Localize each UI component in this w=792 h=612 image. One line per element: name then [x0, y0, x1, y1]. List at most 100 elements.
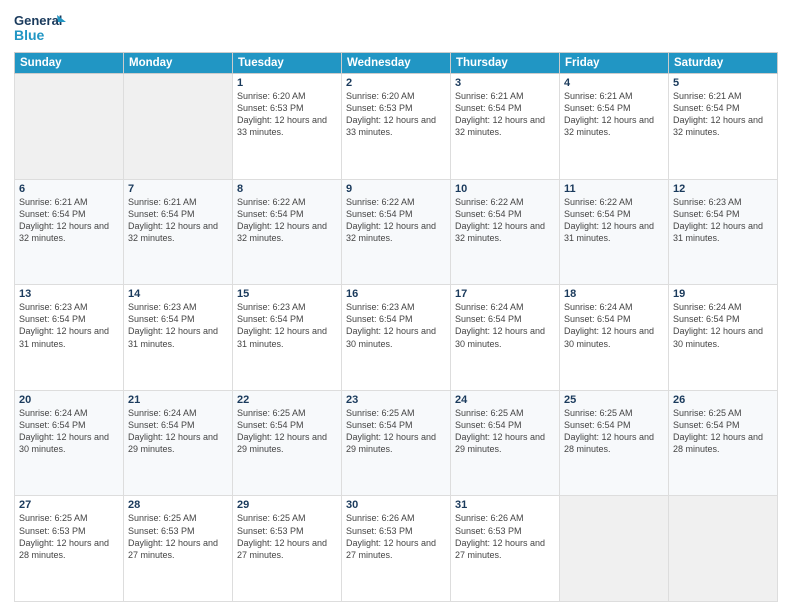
day-number: 17 [455, 288, 555, 300]
calendar-cell: 4Sunrise: 6:21 AM Sunset: 6:54 PM Daylig… [560, 74, 669, 180]
calendar-cell: 12Sunrise: 6:23 AM Sunset: 6:54 PM Dayli… [669, 179, 778, 285]
day-info: Sunrise: 6:24 AM Sunset: 6:54 PM Dayligh… [673, 301, 773, 350]
logo: General Blue [14, 10, 66, 46]
svg-text:General: General [14, 13, 62, 28]
column-headers-row: SundayMondayTuesdayWednesdayThursdayFrid… [15, 53, 778, 74]
day-info: Sunrise: 6:21 AM Sunset: 6:54 PM Dayligh… [673, 90, 773, 139]
day-info: Sunrise: 6:21 AM Sunset: 6:54 PM Dayligh… [19, 196, 119, 245]
calendar-cell: 10Sunrise: 6:22 AM Sunset: 6:54 PM Dayli… [451, 179, 560, 285]
day-number: 22 [237, 394, 337, 406]
calendar-cell: 16Sunrise: 6:23 AM Sunset: 6:54 PM Dayli… [342, 285, 451, 391]
day-number: 7 [128, 183, 228, 195]
day-info: Sunrise: 6:25 AM Sunset: 6:54 PM Dayligh… [455, 407, 555, 456]
header: General Blue [14, 10, 778, 46]
day-info: Sunrise: 6:25 AM Sunset: 6:54 PM Dayligh… [673, 407, 773, 456]
day-info: Sunrise: 6:24 AM Sunset: 6:54 PM Dayligh… [19, 407, 119, 456]
col-header-saturday: Saturday [669, 53, 778, 74]
day-number: 13 [19, 288, 119, 300]
col-header-tuesday: Tuesday [233, 53, 342, 74]
day-info: Sunrise: 6:25 AM Sunset: 6:54 PM Dayligh… [564, 407, 664, 456]
calendar-cell: 7Sunrise: 6:21 AM Sunset: 6:54 PM Daylig… [124, 179, 233, 285]
day-info: Sunrise: 6:21 AM Sunset: 6:54 PM Dayligh… [128, 196, 228, 245]
day-number: 9 [346, 183, 446, 195]
day-number: 5 [673, 77, 773, 89]
day-number: 1 [237, 77, 337, 89]
day-number: 6 [19, 183, 119, 195]
day-info: Sunrise: 6:21 AM Sunset: 6:54 PM Dayligh… [564, 90, 664, 139]
col-header-friday: Friday [560, 53, 669, 74]
day-number: 25 [564, 394, 664, 406]
calendar-cell: 29Sunrise: 6:25 AM Sunset: 6:53 PM Dayli… [233, 496, 342, 602]
calendar-cell [669, 496, 778, 602]
calendar-cell: 2Sunrise: 6:20 AM Sunset: 6:53 PM Daylig… [342, 74, 451, 180]
calendar-cell: 25Sunrise: 6:25 AM Sunset: 6:54 PM Dayli… [560, 390, 669, 496]
calendar-cell [560, 496, 669, 602]
calendar-cell: 27Sunrise: 6:25 AM Sunset: 6:53 PM Dayli… [15, 496, 124, 602]
calendar-cell: 23Sunrise: 6:25 AM Sunset: 6:54 PM Dayli… [342, 390, 451, 496]
page: General Blue SundayMondayTuesdayWednesda… [0, 0, 792, 612]
day-info: Sunrise: 6:25 AM Sunset: 6:54 PM Dayligh… [237, 407, 337, 456]
week-row-2: 6Sunrise: 6:21 AM Sunset: 6:54 PM Daylig… [15, 179, 778, 285]
day-number: 11 [564, 183, 664, 195]
day-number: 21 [128, 394, 228, 406]
day-number: 31 [455, 499, 555, 511]
day-number: 16 [346, 288, 446, 300]
day-number: 20 [19, 394, 119, 406]
calendar-cell: 19Sunrise: 6:24 AM Sunset: 6:54 PM Dayli… [669, 285, 778, 391]
calendar-cell: 1Sunrise: 6:20 AM Sunset: 6:53 PM Daylig… [233, 74, 342, 180]
day-number: 15 [237, 288, 337, 300]
calendar-cell: 20Sunrise: 6:24 AM Sunset: 6:54 PM Dayli… [15, 390, 124, 496]
day-info: Sunrise: 6:23 AM Sunset: 6:54 PM Dayligh… [673, 196, 773, 245]
col-header-sunday: Sunday [15, 53, 124, 74]
day-number: 12 [673, 183, 773, 195]
day-number: 27 [19, 499, 119, 511]
day-number: 24 [455, 394, 555, 406]
day-info: Sunrise: 6:25 AM Sunset: 6:53 PM Dayligh… [237, 512, 337, 561]
day-info: Sunrise: 6:23 AM Sunset: 6:54 PM Dayligh… [237, 301, 337, 350]
calendar-body: 1Sunrise: 6:20 AM Sunset: 6:53 PM Daylig… [15, 74, 778, 602]
day-info: Sunrise: 6:20 AM Sunset: 6:53 PM Dayligh… [346, 90, 446, 139]
day-number: 4 [564, 77, 664, 89]
day-number: 18 [564, 288, 664, 300]
day-info: Sunrise: 6:22 AM Sunset: 6:54 PM Dayligh… [237, 196, 337, 245]
calendar-cell: 9Sunrise: 6:22 AM Sunset: 6:54 PM Daylig… [342, 179, 451, 285]
col-header-thursday: Thursday [451, 53, 560, 74]
calendar-cell: 8Sunrise: 6:22 AM Sunset: 6:54 PM Daylig… [233, 179, 342, 285]
week-row-1: 1Sunrise: 6:20 AM Sunset: 6:53 PM Daylig… [15, 74, 778, 180]
day-number: 14 [128, 288, 228, 300]
day-number: 3 [455, 77, 555, 89]
day-info: Sunrise: 6:23 AM Sunset: 6:54 PM Dayligh… [19, 301, 119, 350]
day-info: Sunrise: 6:25 AM Sunset: 6:53 PM Dayligh… [19, 512, 119, 561]
day-info: Sunrise: 6:26 AM Sunset: 6:53 PM Dayligh… [346, 512, 446, 561]
week-row-5: 27Sunrise: 6:25 AM Sunset: 6:53 PM Dayli… [15, 496, 778, 602]
calendar-cell: 31Sunrise: 6:26 AM Sunset: 6:53 PM Dayli… [451, 496, 560, 602]
col-header-monday: Monday [124, 53, 233, 74]
day-info: Sunrise: 6:26 AM Sunset: 6:53 PM Dayligh… [455, 512, 555, 561]
calendar-table: SundayMondayTuesdayWednesdayThursdayFrid… [14, 52, 778, 602]
calendar-cell: 5Sunrise: 6:21 AM Sunset: 6:54 PM Daylig… [669, 74, 778, 180]
week-row-4: 20Sunrise: 6:24 AM Sunset: 6:54 PM Dayli… [15, 390, 778, 496]
day-number: 26 [673, 394, 773, 406]
day-number: 8 [237, 183, 337, 195]
calendar-cell: 22Sunrise: 6:25 AM Sunset: 6:54 PM Dayli… [233, 390, 342, 496]
calendar-cell: 30Sunrise: 6:26 AM Sunset: 6:53 PM Dayli… [342, 496, 451, 602]
col-header-wednesday: Wednesday [342, 53, 451, 74]
day-info: Sunrise: 6:24 AM Sunset: 6:54 PM Dayligh… [128, 407, 228, 456]
calendar-cell: 6Sunrise: 6:21 AM Sunset: 6:54 PM Daylig… [15, 179, 124, 285]
day-info: Sunrise: 6:22 AM Sunset: 6:54 PM Dayligh… [346, 196, 446, 245]
day-number: 30 [346, 499, 446, 511]
day-info: Sunrise: 6:21 AM Sunset: 6:54 PM Dayligh… [455, 90, 555, 139]
calendar-cell: 24Sunrise: 6:25 AM Sunset: 6:54 PM Dayli… [451, 390, 560, 496]
calendar-cell [15, 74, 124, 180]
day-number: 10 [455, 183, 555, 195]
day-number: 29 [237, 499, 337, 511]
calendar-cell: 18Sunrise: 6:24 AM Sunset: 6:54 PM Dayli… [560, 285, 669, 391]
calendar-cell: 14Sunrise: 6:23 AM Sunset: 6:54 PM Dayli… [124, 285, 233, 391]
day-info: Sunrise: 6:23 AM Sunset: 6:54 PM Dayligh… [128, 301, 228, 350]
day-info: Sunrise: 6:25 AM Sunset: 6:54 PM Dayligh… [346, 407, 446, 456]
week-row-3: 13Sunrise: 6:23 AM Sunset: 6:54 PM Dayli… [15, 285, 778, 391]
day-info: Sunrise: 6:20 AM Sunset: 6:53 PM Dayligh… [237, 90, 337, 139]
calendar-cell: 13Sunrise: 6:23 AM Sunset: 6:54 PM Dayli… [15, 285, 124, 391]
calendar-cell: 11Sunrise: 6:22 AM Sunset: 6:54 PM Dayli… [560, 179, 669, 285]
svg-text:Blue: Blue [14, 27, 45, 43]
